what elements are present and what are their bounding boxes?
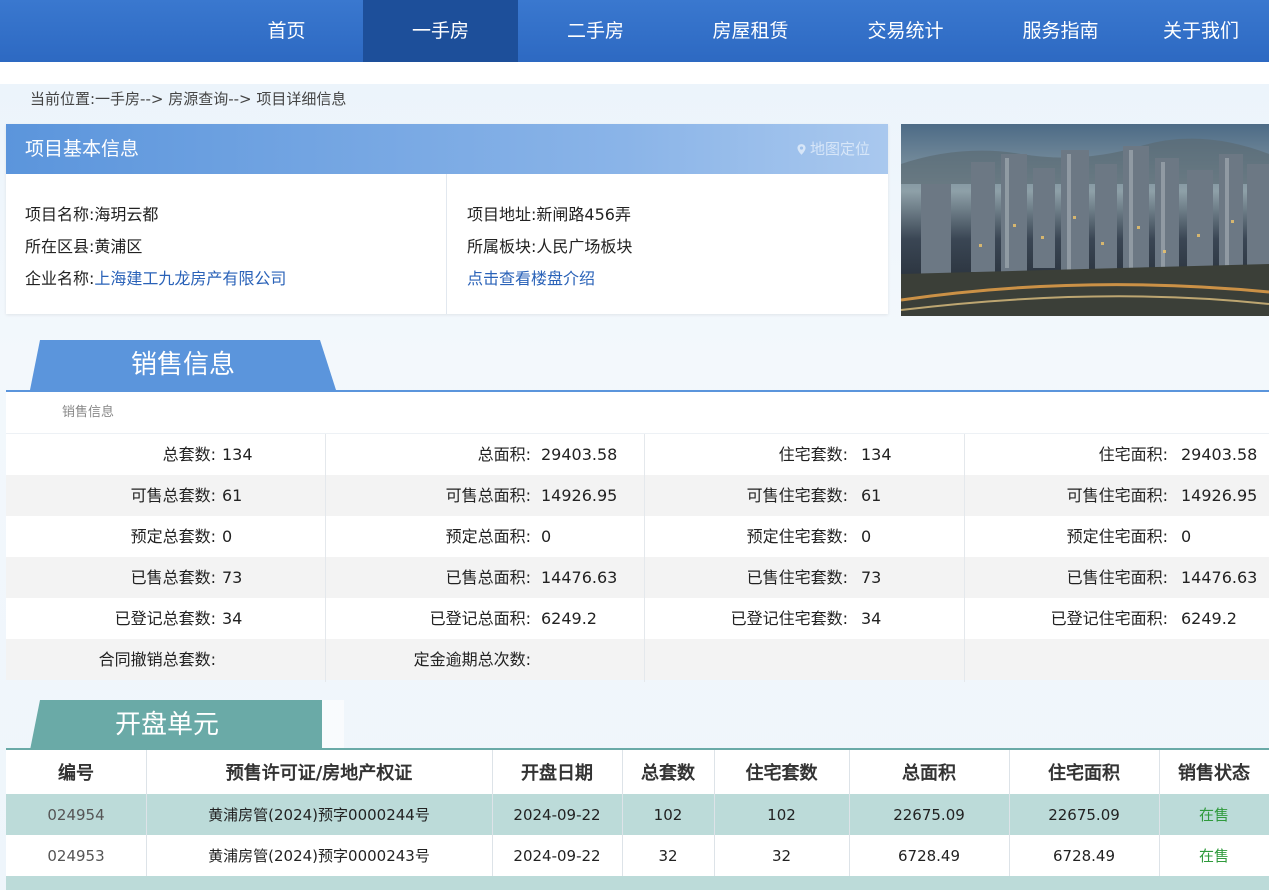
company-row: 企业名称:上海建工九龙房产有限公司 xyxy=(25,265,286,289)
basic-info-header: 项目基本信息 地图定位 xyxy=(6,124,888,174)
units-cell: 黄浦房管(2024)预字0000243号 xyxy=(208,847,430,865)
units-col-divider xyxy=(849,750,850,876)
units-table-row[interactable]: 024954 黄浦房管(2024)预字0000244号 2024-09-22 102 1… xyxy=(6,794,1269,835)
breadcrumb: 当前位置:一手房--> 房源查询--> 项目详细信息 xyxy=(30,90,347,108)
sales-label xyxy=(6,639,1168,680)
sales-info-table: 销售信息 总套数: 134 总面积: 29403.58 住宅套数: 134 住宅面积: 294… xyxy=(6,390,1269,682)
units-cell: 32 xyxy=(771,846,792,865)
sales-row: 可售总套数: 61 可售总面积: 14926.95 可售住宅套数: 61 可售住宅面积: 14… xyxy=(6,475,1269,516)
units-cell: 6728.49 xyxy=(1052,846,1116,865)
address-value: 新闸路456弄 xyxy=(536,205,631,224)
units-col-divider xyxy=(1159,750,1160,876)
units-cell: 6728.49 xyxy=(897,846,961,865)
project-name-value: 海玥云都 xyxy=(94,205,159,224)
project-photo xyxy=(901,124,1269,316)
units-header-cell: 住宅套数 xyxy=(745,763,818,784)
address-row: 项目地址:新闸路456弄 xyxy=(467,201,631,225)
sales-label: 已售住宅面积: xyxy=(1066,568,1168,587)
map-pin-icon xyxy=(797,144,806,155)
open-units-tab[interactable]: 开盘单元 xyxy=(30,700,344,750)
nav-item-about[interactable]: 关于我们 xyxy=(1133,0,1269,62)
units-header-cell: 总面积 xyxy=(902,763,956,784)
units-header-cell: 总套数 xyxy=(641,763,695,784)
sales-col-divider xyxy=(325,434,326,682)
nav-item-rental[interactable]: 房屋租赁 xyxy=(673,0,828,62)
units-cell: 024954 xyxy=(47,805,105,824)
units-col-divider xyxy=(492,750,493,876)
sales-row: 已售总套数: 73 已售总面积: 14476.63 已售住宅套数: 73 已售住宅面积: 14… xyxy=(6,557,1269,598)
sales-col-divider xyxy=(644,434,645,682)
sales-col-divider xyxy=(964,434,965,682)
units-tab-title: 开盘单元 xyxy=(114,710,219,740)
sales-tab-title: 销售信息 xyxy=(130,350,235,380)
units-col-divider xyxy=(146,750,147,876)
units-table-footer xyxy=(6,876,1269,890)
sales-status-badge: 在售 xyxy=(1198,847,1229,865)
district-row: 所在区县:黄浦区 xyxy=(25,233,142,257)
project-name-row: 项目名称:海玥云都 xyxy=(25,201,158,225)
block-value: 人民广场板块 xyxy=(536,237,633,256)
basic-info-title: 项目基本信息 xyxy=(25,138,140,160)
nav-item-service-guide[interactable]: 服务指南 xyxy=(983,0,1138,62)
map-location-link[interactable]: 地图定位 xyxy=(797,124,870,174)
nav-item-statistics[interactable]: 交易统计 xyxy=(828,0,983,62)
top-nav: 首页 一手房 二手房 房屋租赁 交易统计 服务指南 关于我们 xyxy=(0,0,1269,62)
sales-row: 总套数: 134 总面积: 29403.58 住宅套数: 134 住宅面积: 29403.58 xyxy=(6,434,1269,475)
open-units-table: 编号 预售许可证/房地产权证 开盘日期 总套数 住宅套数 总面积 住宅面积 销售状态 0249… xyxy=(6,748,1269,890)
info-divider xyxy=(446,174,447,314)
units-header-cell: 开盘日期 xyxy=(521,763,593,784)
sales-label: 住宅面积: xyxy=(1098,445,1168,464)
sales-row: 预定总套数: 0 预定总面积: 0 预定住宅套数: 0 预定住宅面积: 0 xyxy=(6,516,1269,557)
nav-item-home[interactable]: 首页 xyxy=(209,0,364,62)
district-label: 所在区县: xyxy=(25,237,95,256)
units-cell: 024953 xyxy=(47,846,105,865)
units-cell: 102 xyxy=(767,805,796,824)
units-header-cell: 销售状态 xyxy=(1178,763,1250,784)
map-link-label: 地图定位 xyxy=(809,140,870,158)
company-label: 企业名称: xyxy=(25,269,95,288)
sales-value: 14476.63 xyxy=(1181,568,1258,587)
sales-label: 预定住宅面积: xyxy=(1066,527,1168,546)
block-row: 所属板块:人民广场板块 xyxy=(467,233,632,257)
basic-info-body: 项目名称:海玥云都 所在区县:黄浦区 企业名称:上海建工九龙房产有限公司 项目地… xyxy=(6,174,888,314)
intro-row: 点击查看楼盘介绍 xyxy=(467,265,595,289)
block-label: 所属板块: xyxy=(467,237,537,256)
sales-value: 6249.2 xyxy=(1181,609,1237,628)
units-cell: 2024-09-22 xyxy=(513,805,601,824)
units-header-row: 编号 预售许可证/房地产权证 开盘日期 总套数 住宅套数 总面积 住宅面积 销售状态 xyxy=(6,750,1269,794)
units-header-cell: 预售许可证/房地产权证 xyxy=(225,763,413,784)
units-header-cell: 编号 xyxy=(58,763,94,784)
sales-label: 可售住宅面积: xyxy=(1066,486,1168,505)
sales-value: 29403.58 xyxy=(1181,445,1258,464)
units-col-divider xyxy=(1009,750,1010,876)
units-cell: 黄浦房管(2024)预字0000244号 xyxy=(208,806,430,824)
units-table-row[interactable]: 024953 黄浦房管(2024)预字0000243号 2024-09-22 32 32… xyxy=(6,835,1269,876)
units-cell: 22675.09 xyxy=(893,805,965,824)
nav-spacer xyxy=(0,62,1269,84)
sales-value: 14926.95 xyxy=(1181,486,1258,505)
units-cell: 22675.09 xyxy=(1048,805,1120,824)
nav-item-new-house[interactable]: 一手房 xyxy=(363,0,518,62)
sales-caption: 销售信息 xyxy=(6,392,1269,434)
district-value: 黄浦区 xyxy=(94,237,143,256)
sales-row: 合同撤销总套数: 定金逾期总次数: xyxy=(6,639,1269,680)
units-cell: 2024-09-22 xyxy=(513,846,601,865)
sales-label: 已登记住宅面积: xyxy=(1050,609,1168,628)
sales-status-badge: 在售 xyxy=(1198,806,1229,824)
units-col-divider xyxy=(622,750,623,876)
units-cell: 102 xyxy=(653,805,683,824)
sales-row: 已登记总套数: 34 已登记总面积: 6249.2 已登记住宅套数: 34 已登记住宅面积:… xyxy=(6,598,1269,639)
address-label: 项目地址: xyxy=(467,205,537,224)
project-intro-link[interactable]: 点击查看楼盘介绍 xyxy=(467,269,595,288)
sales-value: 0 xyxy=(1181,527,1192,546)
units-header-cell: 住宅面积 xyxy=(1048,763,1120,784)
sales-info-tab[interactable]: 销售信息 xyxy=(30,340,336,390)
units-cell: 32 xyxy=(658,846,678,865)
project-basic-info-card: 项目基本信息 地图定位 项目名称:海玥云都 所在区县:黄浦区 企业名称:上海建工… xyxy=(6,124,888,314)
company-link[interactable]: 上海建工九龙房产有限公司 xyxy=(94,269,286,288)
nav-item-second-hand[interactable]: 二手房 xyxy=(518,0,673,62)
project-name-label: 项目名称: xyxy=(25,205,95,224)
units-col-divider xyxy=(714,750,715,876)
